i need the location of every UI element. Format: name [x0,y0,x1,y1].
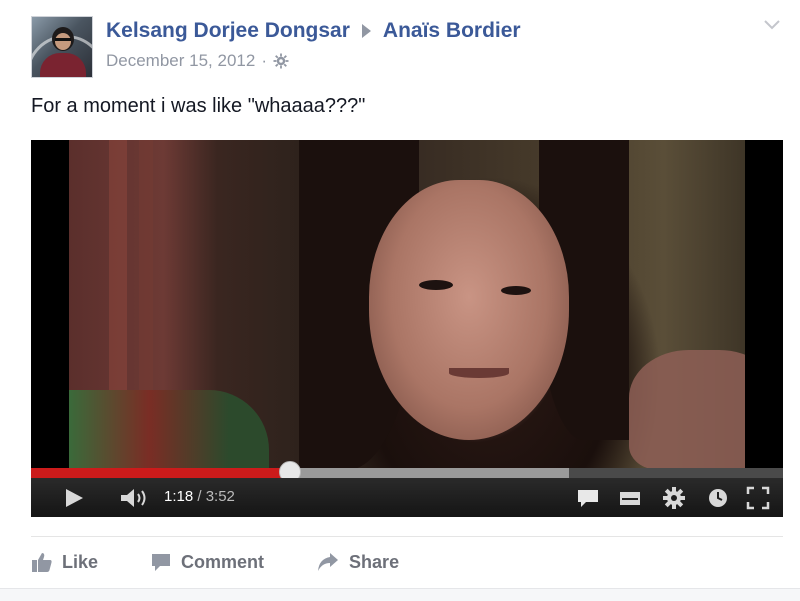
author-avatar[interactable] [31,16,93,78]
post-header: Kelsang Dorjee Dongsar Anaïs Bordier [106,18,521,44]
meta-separator: · [261,51,267,70]
comment-button[interactable]: Comment [150,551,264,573]
mouth [449,368,509,378]
subtitles-icon[interactable] [619,486,641,510]
recipient-name-link[interactable]: Anaïs Bordier [383,19,521,43]
like-button[interactable]: Like [31,551,98,573]
duration: / 3:52 [197,488,235,505]
play-icon[interactable] [63,486,85,510]
player-controls: 1:18 / 3:52 [31,478,783,517]
post-actions: Like Comment Share [31,549,451,575]
chevron-down-icon[interactable] [764,18,780,32]
post-meta: December 15, 2012 · [106,51,289,71]
avatar-glasses [55,38,71,41]
progress-bar[interactable] [31,461,783,483]
share-label: Share [349,551,400,572]
progress-played [31,468,291,478]
next-post-edge [0,588,800,601]
eye-left [419,280,453,290]
comment-label: Comment [181,551,265,572]
author-name-link[interactable]: Kelsang Dorjee Dongsar [106,19,350,43]
share-icon [318,553,339,571]
like-label: Like [62,551,99,572]
time-display: 1:18 / 3:52 [164,488,235,505]
volume-icon[interactable] [119,486,149,510]
post-date-link[interactable]: December 15, 2012 [106,51,255,71]
actions-divider [31,536,783,537]
thumbs-up-icon [32,553,52,572]
captions-icon[interactable] [576,486,600,510]
watch-later-icon[interactable] [707,486,729,510]
video-frame[interactable] [69,140,745,470]
eye-right [501,286,531,295]
current-time: 1:18 [164,488,194,505]
triangle-right-icon [361,24,371,38]
comment-icon [152,554,171,571]
waving-hand [629,350,745,470]
fullscreen-icon[interactable] [746,486,770,510]
settings-icon[interactable] [662,486,686,510]
post-message: For a moment i was like "whaaaa???" [31,95,366,117]
globe-icon[interactable] [273,53,289,69]
share-button[interactable]: Share [316,551,399,573]
video-player[interactable]: 1:18 / 3:52 [31,140,783,517]
face [369,180,569,440]
shirt [69,390,269,470]
avatar-face [55,33,71,50]
